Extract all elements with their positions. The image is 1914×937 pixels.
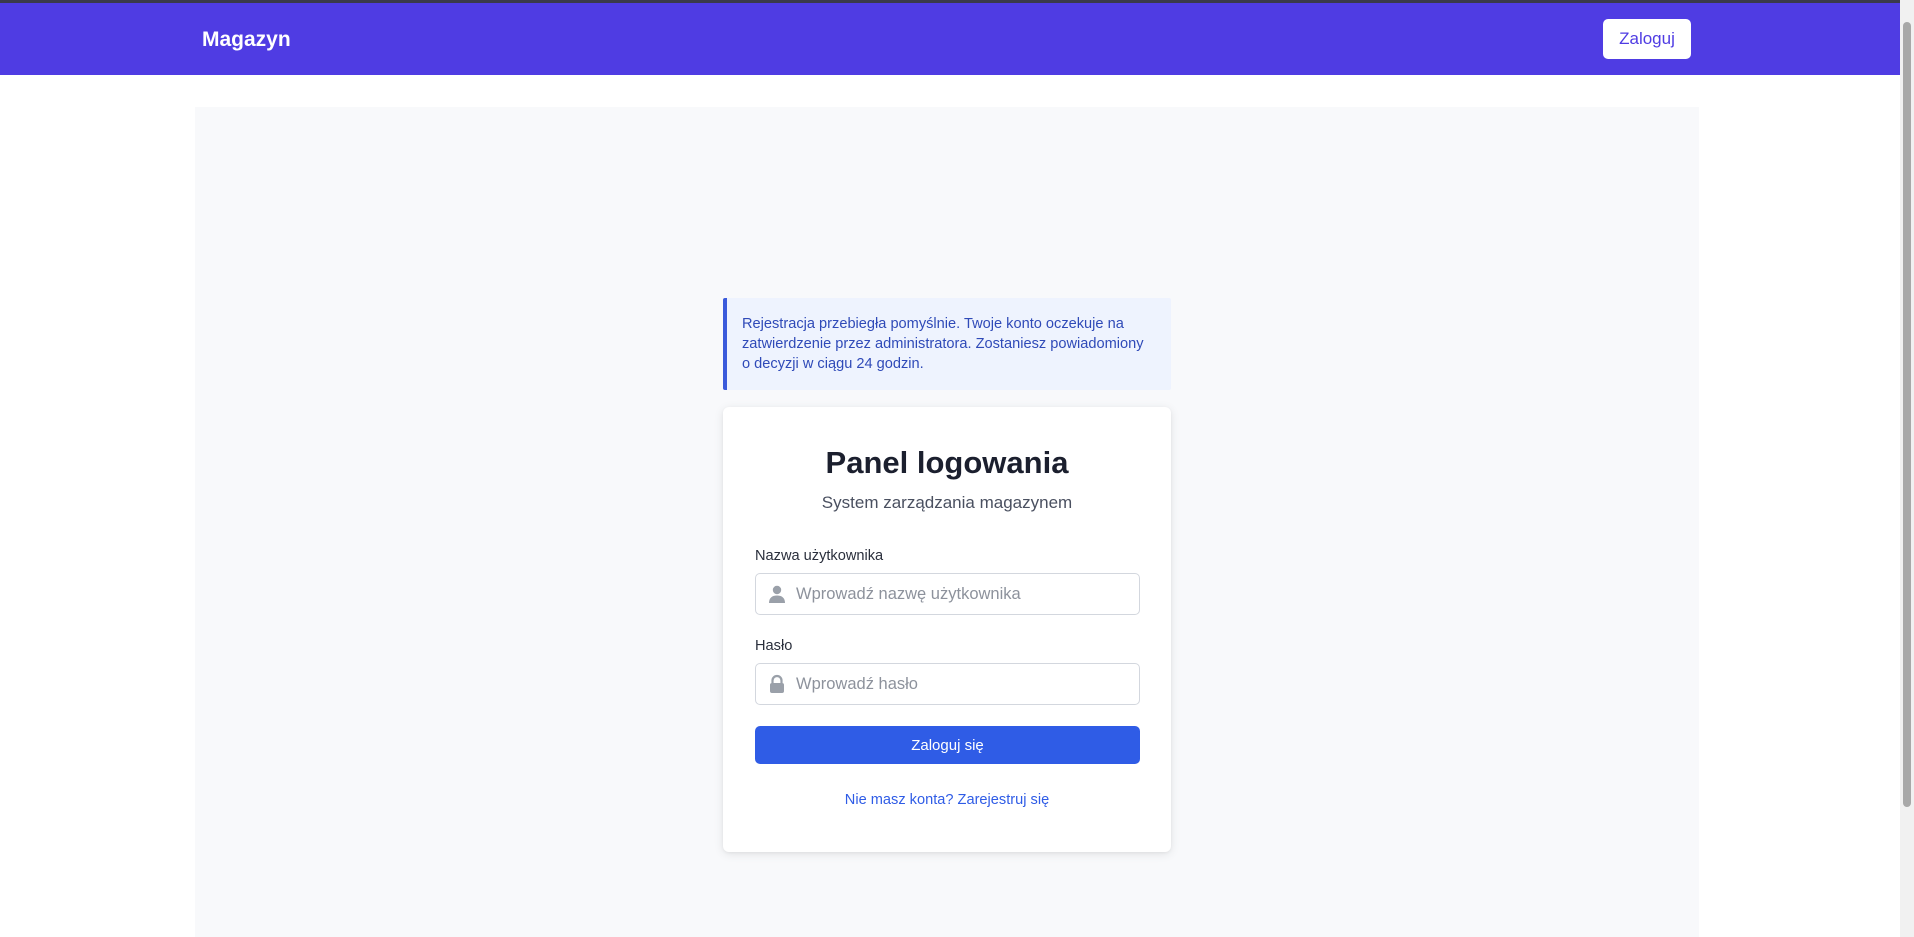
password-input[interactable] [756,664,1139,704]
login-submit-button[interactable]: Zaloguj się [755,726,1140,764]
username-field-wrapper [755,573,1140,615]
page-title: Panel logowania [825,445,1069,480]
scrollbar-thumb[interactable] [1903,22,1911,807]
username-label: Nazwa użytkownika [755,548,884,564]
register-link[interactable]: Nie masz konta? Zarejestruj się [723,792,1171,808]
navbar-login-button[interactable]: Zaloguj [1603,19,1691,59]
brand-logo[interactable]: Magazyn [202,28,291,52]
password-label: Hasło [755,638,793,654]
page-subtitle: System zarządzania magazynem [821,493,1073,512]
alert-message: Rejestracja przebiegła pomyślnie. Twoje … [742,316,1144,372]
navbar: Magazyn Zaloguj [0,3,1900,75]
username-input[interactable] [756,574,1139,614]
login-card: Panel logowania System zarządzania magaz… [723,407,1171,852]
registration-success-alert: Rejestracja przebiegła pomyślnie. Twoje … [723,298,1171,390]
password-field-wrapper [755,663,1140,705]
